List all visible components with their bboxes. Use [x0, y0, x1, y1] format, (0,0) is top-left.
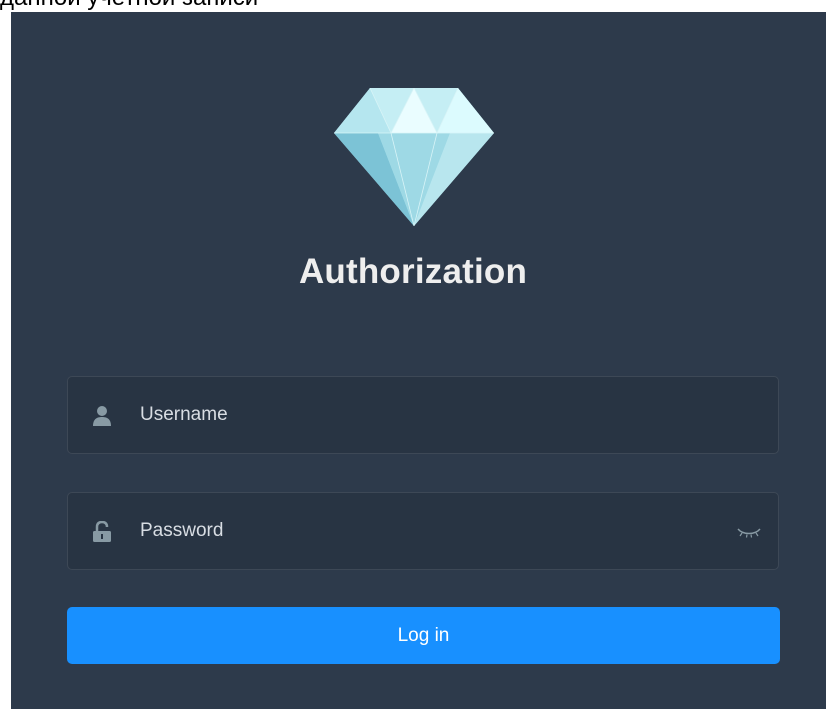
password-input[interactable]: [140, 493, 728, 569]
document-caption: данной учетной записи: [0, 0, 258, 10]
username-input[interactable]: [140, 377, 728, 453]
user-icon: [93, 406, 111, 426]
password-field[interactable]: [67, 492, 779, 570]
screenshot: данной учетной записи Authorization: [0, 0, 826, 709]
lock-icon: [93, 521, 111, 542]
username-field[interactable]: [67, 376, 779, 454]
eye-closed-icon[interactable]: [736, 525, 762, 539]
login-button[interactable]: Log in: [67, 607, 780, 664]
diamond-logo: [334, 88, 494, 226]
page-title: Authorization: [298, 252, 528, 291]
